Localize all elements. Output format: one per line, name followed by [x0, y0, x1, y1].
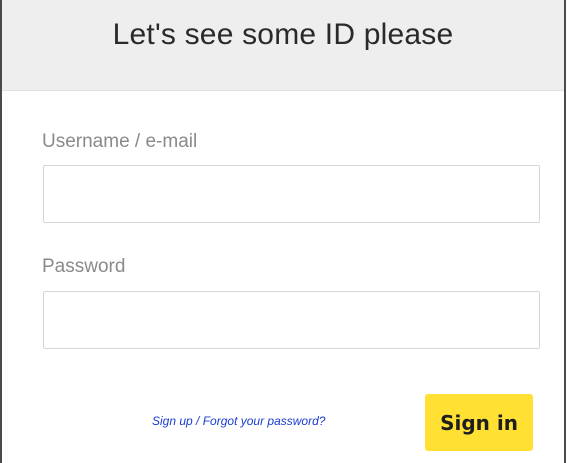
login-header: Let's see some ID please [2, 0, 564, 91]
login-title: Let's see some ID please [112, 18, 454, 51]
password-input[interactable] [43, 291, 540, 349]
sign-in-button[interactable]: Sign in [425, 394, 533, 451]
signup-link[interactable]: Sign up [152, 414, 193, 428]
login-panel: Let's see some ID please Username / e-ma… [0, 0, 566, 463]
username-label: Username / e-mail [42, 131, 198, 152]
forgot-password-link[interactable]: Forgot your password? [203, 414, 326, 428]
username-input[interactable] [43, 165, 540, 223]
link-separator: / [192, 414, 203, 428]
password-label: Password [42, 256, 126, 277]
account-links: Sign up / Forgot your password? [152, 414, 325, 428]
